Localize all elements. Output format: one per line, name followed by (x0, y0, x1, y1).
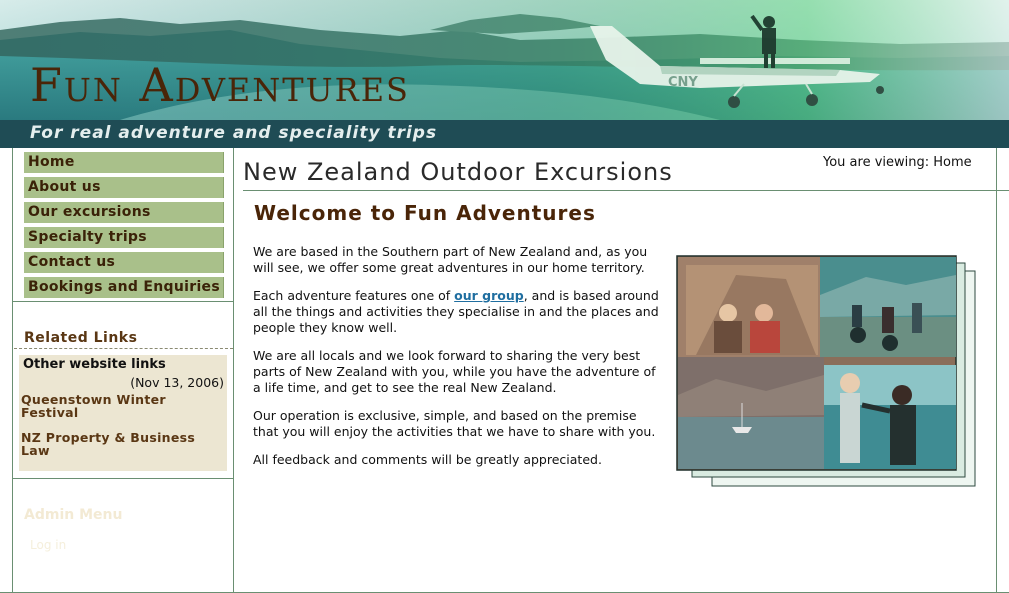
link-nz-property-business-law[interactable]: NZ Property & Business Law (21, 431, 211, 457)
nav-item-about-us[interactable]: About us (24, 177, 224, 198)
nav-item-contact-us[interactable]: Contact us (24, 252, 224, 273)
welcome-heading: Welcome to Fun Adventures (254, 201, 596, 225)
header-banner: CNY Fun Adventures For real adventure an… (0, 0, 1009, 148)
site-title: Fun Adventures (30, 58, 410, 112)
paragraph-location: We are based in the Southern part of New… (253, 244, 648, 275)
admin-menu-heading: Admin Menu (24, 507, 123, 523)
main-navigation: Home About us Our excursions Specialty t… (24, 152, 224, 302)
paragraph-feedback: All feedback and comments will be greatl… (253, 452, 602, 467)
paragraph-group: Each adventure features one of our group… (253, 288, 665, 336)
breadcrumb: You are viewing: Home (823, 155, 972, 170)
admin-login-link[interactable]: Log in (30, 538, 66, 552)
tagline: For real adventure and speciality trips (30, 123, 438, 143)
related-links-box: Other website links (Nov 13, 2006) Queen… (19, 355, 227, 471)
paragraph-operation: Our operation is exclusive, simple, and … (253, 408, 656, 439)
page-title: New Zealand Outdoor Excursions (243, 158, 673, 186)
link-queenstown-winter-festival[interactable]: Queenstown Winter Festival (21, 393, 211, 419)
left-border (12, 148, 13, 593)
links-separator (12, 478, 233, 479)
other-links-heading: Other website links (23, 357, 166, 372)
paragraph-group-before: Each adventure features one of (253, 288, 455, 303)
nav-item-our-excursions[interactable]: Our excursions (24, 202, 224, 223)
related-links-divider (14, 348, 233, 349)
nav-item-bookings[interactable]: Bookings and Enquiries (24, 277, 224, 298)
sidebar-divider (233, 148, 234, 593)
intro-text: We are based in the Southern part of New… (253, 244, 665, 480)
links-date: (Nov 13, 2006) (130, 375, 224, 390)
adventure-photo-collage (676, 255, 976, 487)
plane-registration: CNY (668, 75, 698, 90)
nav-item-specialty-trips[interactable]: Specialty trips (24, 227, 224, 248)
right-border (996, 148, 997, 593)
related-links-heading: Related Links (24, 330, 138, 346)
title-rule (243, 190, 1009, 191)
nav-item-home[interactable]: Home (24, 152, 224, 173)
paragraph-locals: We are all locals and we look forward to… (253, 348, 656, 395)
our-group-link[interactable]: our group (454, 288, 524, 303)
tagline-bar: For real adventure and speciality trips (0, 120, 1009, 148)
